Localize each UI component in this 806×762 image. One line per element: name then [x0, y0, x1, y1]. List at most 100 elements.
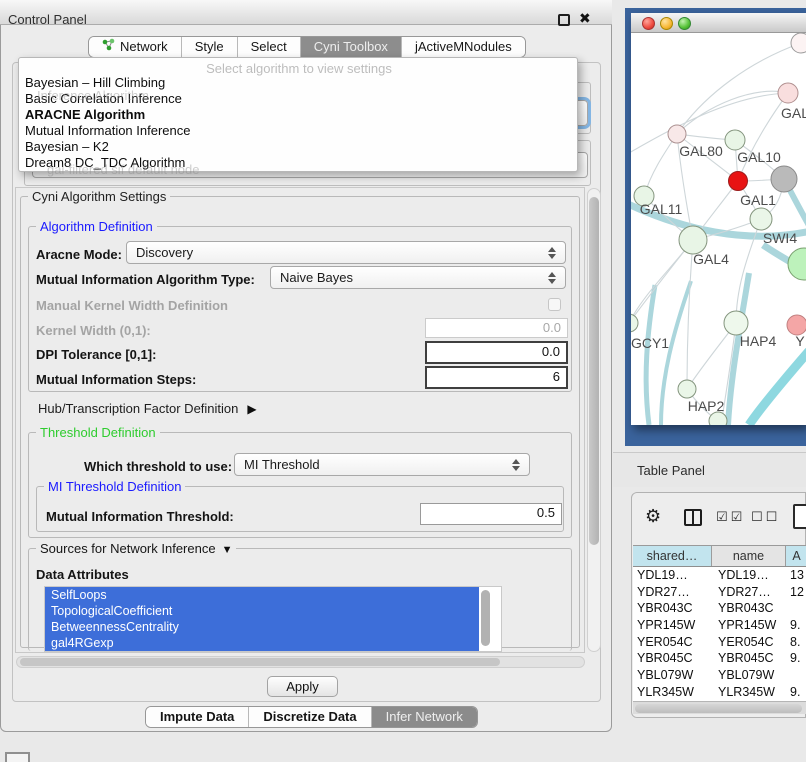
table-panel-titlebar: Table Panel: [613, 452, 806, 487]
dpi-tolerance-field[interactable]: 0.0: [425, 341, 568, 364]
network-node[interactable]: [729, 172, 748, 191]
network-canvas-svg[interactable]: GALGAL80GAL10GAL11GAL1SWI4GAL4GCY1HAP4YH…: [631, 33, 806, 425]
mi-algorithm-type-value: Naive Bayes: [280, 270, 353, 285]
node-label-y: Y: [795, 333, 805, 349]
sources-title-label: Sources for Network Inference: [40, 541, 216, 556]
threshold-definition-title: Threshold Definition: [36, 425, 160, 440]
table-row[interactable]: YDR27…YDR27…12: [633, 584, 806, 601]
mi-threshold-field[interactable]: 0.5: [420, 503, 562, 525]
algorithm-item-aracne-algorithm[interactable]: ARACNE Algorithm: [23, 107, 573, 123]
algorithm-popup-header: Select algorithm to view settings: [19, 61, 579, 76]
top-tab-bar: NetworkStyle Select Cyni ToolboxjActiveMNo…: [88, 36, 526, 58]
attribute-item-topologicalcoefficient[interactable]: TopologicalCoefficient: [45, 603, 479, 619]
hub-factor-expander[interactable]: Hub/Transcription Factor Definition▶: [38, 401, 257, 416]
table-row[interactable]: YPR145WYPR145W9.: [633, 617, 806, 634]
network-node-gal[interactable]: [778, 83, 798, 103]
table-cell: YBR045C: [712, 650, 786, 667]
split-columns-icon[interactable]: [684, 509, 702, 526]
table-row[interactable]: YLR345WYLR345W9.: [633, 684, 806, 701]
network-node[interactable]: [771, 166, 797, 192]
network-node-swi4[interactable]: [788, 248, 806, 280]
close-icon[interactable]: ✖: [579, 10, 591, 27]
column-header-shared[interactable]: shared…: [633, 546, 712, 566]
tab-impute-data[interactable]: Impute Data: [146, 707, 248, 727]
table-row[interactable]: YBL079WYBL079W: [633, 667, 806, 684]
kernel-width-field[interactable]: 0.0: [425, 318, 568, 338]
attribute-item-gal4rgexp[interactable]: gal4RGexp: [45, 635, 479, 651]
network-window-titlebar[interactable]: [631, 13, 806, 33]
attributes-scrollbar-thumb[interactable]: [481, 590, 490, 646]
table-row[interactable]: YER054CYER054C8.: [633, 634, 806, 651]
network-node[interactable]: [709, 412, 727, 425]
apply-button[interactable]: Apply: [267, 676, 338, 697]
table-cell: YPR145W: [633, 617, 712, 634]
network-node-gal4[interactable]: [679, 226, 707, 254]
table-cell: YLR345W: [633, 684, 712, 701]
network-node-gal10[interactable]: [725, 130, 745, 150]
table-cell: YDL19…: [633, 567, 712, 584]
settings-horizontal-scrollbar[interactable]: [16, 656, 585, 668]
which-threshold-combo[interactable]: MI Threshold: [234, 453, 530, 476]
bottom-tab-bar: Impute DataDiscretize DataInfer Network: [145, 706, 478, 728]
tab-style[interactable]: Style: [181, 37, 237, 57]
algorithm-item-bayesian-k2[interactable]: Bayesian – K2: [23, 139, 573, 155]
algorithm-dropdown-popup: Select algorithm to view settings Infere…: [18, 57, 578, 172]
tab-jactivemnodules[interactable]: jActiveMNodules: [401, 37, 525, 57]
attribute-item-betweennesscentrality[interactable]: BetweennessCentrality: [45, 619, 479, 635]
minimized-panel-grip[interactable]: [5, 752, 30, 762]
network-edge: [631, 240, 693, 323]
close-traffic-light-icon[interactable]: [642, 17, 655, 30]
table-cell: YLR345W: [712, 684, 786, 701]
tab-network[interactable]: Network: [89, 37, 181, 57]
settings-vscroll-thumb[interactable]: [589, 197, 599, 545]
mi-threshold-label: Mutual Information Threshold:: [46, 509, 234, 524]
table-row[interactable]: YBR045CYBR045C9.: [633, 650, 806, 667]
attribute-item-selfloops[interactable]: SelfLoops: [45, 587, 479, 603]
aracne-mode-combo[interactable]: Discovery: [126, 241, 566, 264]
gear-icon[interactable]: ⚙: [645, 506, 661, 527]
settings-vertical-scrollbar[interactable]: [587, 188, 601, 652]
table-cell: YBR043C: [633, 600, 712, 617]
network-node[interactable]: [791, 33, 806, 53]
tab-select[interactable]: Select: [237, 37, 300, 57]
settings-hscroll-thumb[interactable]: [20, 658, 500, 666]
tab-label: Select: [251, 37, 287, 57]
network-node-y[interactable]: [787, 315, 806, 335]
network-node-hap4[interactable]: [724, 311, 748, 335]
column-header-a[interactable]: A: [786, 546, 806, 566]
network-node-gcy1[interactable]: [631, 314, 638, 332]
mi-steps-field[interactable]: 6: [425, 366, 568, 389]
table-row[interactable]: YDL19…YDL19…13: [633, 567, 806, 584]
data-attributes-list[interactable]: SelfLoopsTopologicalCoefficientBetweenne…: [44, 586, 502, 652]
zoom-traffic-light-icon[interactable]: [678, 17, 691, 30]
select-all-checkboxes-icon[interactable]: ☑☑: [716, 509, 745, 525]
document-icon[interactable]: [793, 504, 806, 529]
float-window-icon[interactable]: [558, 14, 570, 26]
tab-discretize-data[interactable]: Discretize Data: [248, 707, 370, 727]
manual-kernel-width-checkbox[interactable]: [548, 298, 561, 311]
column-header-name[interactable]: name: [712, 546, 786, 566]
network-node-gal1[interactable]: [750, 208, 772, 230]
tab-cyni-toolbox[interactable]: Cyni Toolbox: [300, 37, 401, 57]
sources-title[interactable]: Sources for Network Inference ▼: [36, 541, 236, 556]
table-row[interactable]: YBR043CYBR043C: [633, 600, 806, 617]
deselect-all-checkboxes-icon[interactable]: ☐☐: [751, 509, 780, 525]
attributes-list-scrollbar[interactable]: [480, 588, 491, 650]
tab-infer-network[interactable]: Infer Network: [371, 707, 477, 727]
table-cell: YER054C: [712, 634, 786, 651]
table-hscroll-thumb[interactable]: [635, 704, 802, 713]
node-label-gal4: GAL4: [693, 251, 729, 267]
mi-algorithm-type-combo[interactable]: Naive Bayes: [270, 266, 566, 289]
expander-expanded-icon: ▼: [222, 544, 233, 556]
network-node-hap2[interactable]: [678, 380, 696, 398]
combo-spinner-icon: [540, 272, 556, 284]
mi-algorithm-type-label: Mutual Information Algorithm Type:: [36, 272, 255, 287]
mi-steps-label: Mutual Information Steps:: [36, 372, 196, 387]
network-node-gal80[interactable]: [668, 125, 686, 143]
table-horizontal-scrollbar[interactable]: [633, 701, 806, 714]
mi-threshold-definition-title: MI Threshold Definition: [44, 479, 185, 494]
table-cell: YPR145W: [712, 617, 786, 634]
aracne-mode-label: Aracne Mode:: [36, 247, 122, 262]
algorithm-item-mutual-information-inference[interactable]: Mutual Information Inference: [23, 123, 573, 139]
minimize-traffic-light-icon[interactable]: [660, 17, 673, 30]
